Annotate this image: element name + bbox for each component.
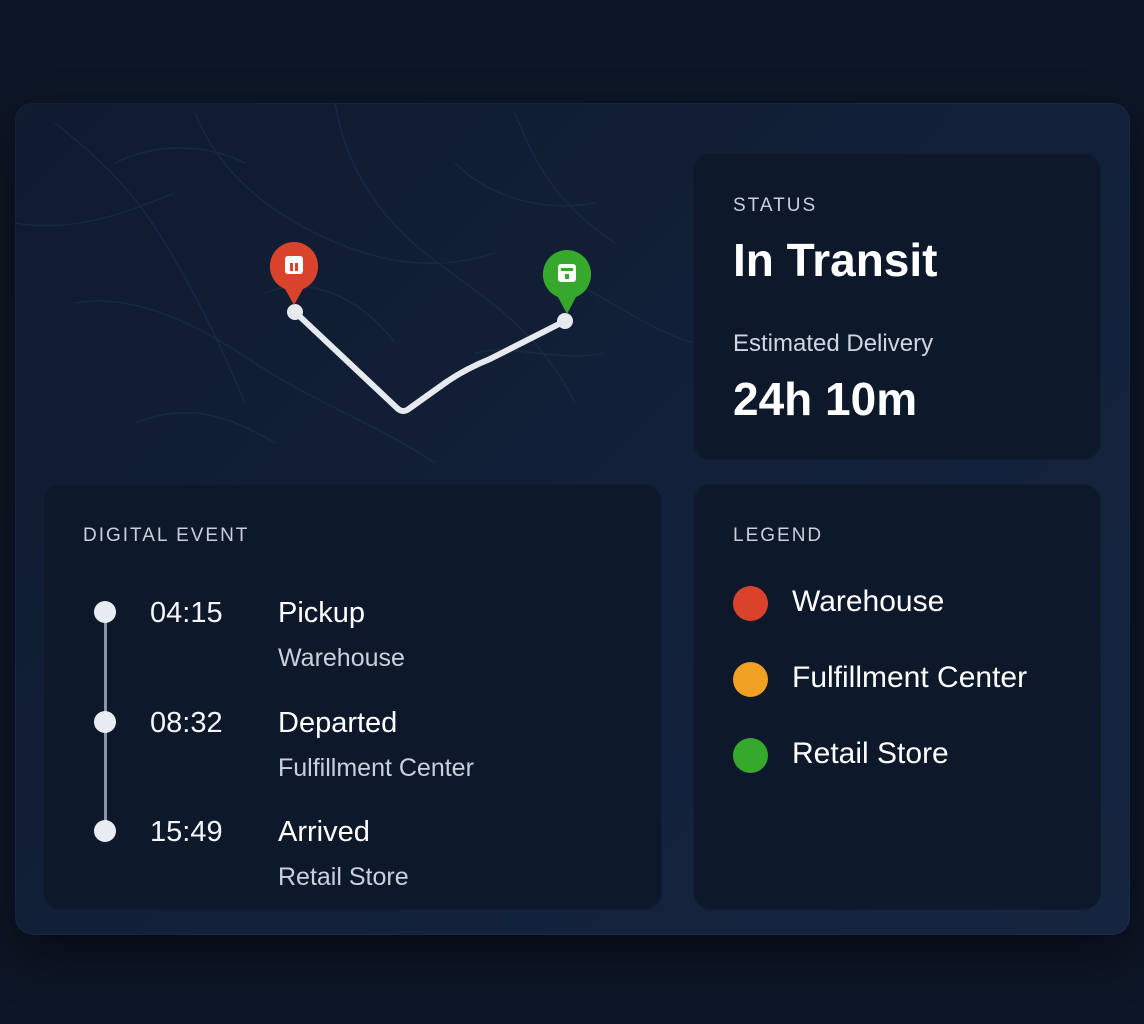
eta-value: 24h 10m bbox=[733, 373, 918, 425]
warehouse-color-swatch bbox=[733, 586, 768, 621]
route-line bbox=[292, 309, 568, 414]
event-time: 04:15 bbox=[150, 597, 223, 629]
legend-item-warehouse[interactable]: Warehouse bbox=[733, 584, 1093, 624]
legend-label: Fulfillment Center bbox=[792, 661, 1028, 694]
legend-panel: LEGEND Warehouse Fulfillment Center Reta… bbox=[693, 484, 1101, 910]
legend-item-retail-store[interactable]: Retail Store bbox=[733, 736, 1093, 776]
event-location: Retail Store bbox=[278, 863, 409, 891]
legend-title: LEGEND bbox=[733, 525, 824, 546]
timeline-dot bbox=[94, 820, 116, 842]
event-location: Warehouse bbox=[278, 644, 405, 672]
shipment-tracking-card: STATUS In Transit Estimated Delivery 24h… bbox=[15, 103, 1130, 935]
destination-point[interactable] bbox=[557, 313, 573, 329]
status-value: In Transit bbox=[733, 234, 938, 286]
event-time: 08:32 bbox=[150, 707, 223, 739]
event-title: Arrived bbox=[278, 816, 370, 848]
timeline-dot bbox=[94, 601, 116, 623]
eta-label: Estimated Delivery bbox=[733, 330, 934, 357]
fulfillment-center-color-swatch bbox=[733, 662, 768, 697]
timeline-dot bbox=[94, 711, 116, 733]
legend-item-fulfillment-center[interactable]: Fulfillment Center bbox=[733, 660, 1093, 700]
retail-store-color-swatch bbox=[733, 738, 768, 773]
events-panel: DIGITAL EVENT 04:15 Pickup Warehouse 08:… bbox=[43, 484, 662, 910]
events-title: DIGITAL EVENT bbox=[83, 525, 250, 546]
event-location: Fulfillment Center bbox=[278, 754, 474, 782]
map-canvas bbox=[15, 103, 695, 464]
event-title: Pickup bbox=[278, 597, 366, 629]
event-time: 15:49 bbox=[150, 816, 223, 848]
legend-label: Retail Store bbox=[792, 737, 949, 770]
warehouse-pin-icon[interactable] bbox=[270, 242, 318, 305]
store-pin-icon[interactable] bbox=[543, 250, 591, 314]
origin-point[interactable] bbox=[287, 304, 303, 320]
event-title: Departed bbox=[278, 707, 398, 739]
map-streets bbox=[15, 103, 695, 464]
status-panel: STATUS In Transit Estimated Delivery 24h… bbox=[693, 153, 1101, 460]
legend-label: Warehouse bbox=[792, 585, 945, 618]
timeline-event[interactable]: 08:32 Departed Fulfillment Center bbox=[43, 707, 662, 797]
status-label: STATUS bbox=[733, 195, 818, 216]
route-map[interactable] bbox=[15, 103, 695, 483]
timeline-event[interactable]: 15:49 Arrived Retail Store bbox=[43, 816, 662, 906]
timeline-event[interactable]: 04:15 Pickup Warehouse bbox=[43, 597, 662, 687]
